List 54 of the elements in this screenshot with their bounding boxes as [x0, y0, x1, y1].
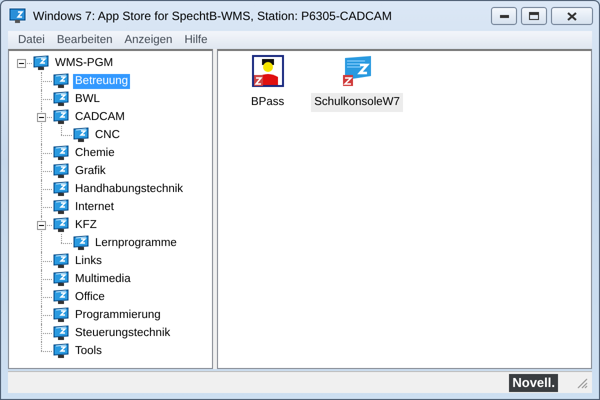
monitor-icon: [33, 55, 50, 71]
tree-item[interactable]: Handhabungstechnik: [73, 182, 186, 196]
app-label[interactable]: SchulkonsoleW7: [311, 93, 403, 112]
maximize-button[interactable]: [521, 7, 547, 25]
tree-item[interactable]: CADCAM: [73, 110, 127, 124]
app-label[interactable]: BPass: [248, 93, 288, 112]
tree-item[interactable]: Steuerungstechnik: [73, 326, 172, 340]
tree-item[interactable]: WMS-PGM: [53, 56, 116, 70]
tree-item[interactable]: Chemie: [73, 146, 117, 160]
monitor-icon: [53, 289, 70, 305]
collapse-icon[interactable]: [37, 113, 46, 122]
tree-item[interactable]: BWL: [73, 92, 102, 106]
menu-item[interactable]: Datei: [12, 32, 51, 48]
novell-logo: Novell.: [509, 374, 558, 392]
menu-item[interactable]: Hilfe: [178, 32, 214, 48]
tree-item[interactable]: Programmierung: [73, 308, 163, 322]
menu-item[interactable]: Bearbeiten: [50, 32, 118, 48]
person-icon: [252, 55, 284, 87]
app-icon: [9, 8, 27, 24]
monitor-icon: [53, 145, 70, 161]
monitor-icon: [53, 253, 70, 269]
monitor-icon: [53, 91, 70, 107]
tree-item[interactable]: Internet: [73, 200, 116, 214]
monitor-icon: [53, 109, 70, 125]
monitor-icon: [53, 73, 70, 89]
monitor-icon: [73, 127, 90, 143]
tree-item[interactable]: Grafik: [73, 164, 108, 178]
monitor-icon: [53, 163, 70, 179]
monitor-icon: [53, 307, 70, 323]
resize-grip-icon: [576, 376, 588, 388]
monitor-icon: [53, 199, 70, 215]
minimize-icon: [500, 14, 508, 18]
collapse-icon[interactable]: [37, 221, 46, 230]
monitor-icon: [53, 325, 70, 341]
monitor-icon: [53, 181, 70, 197]
tree-item[interactable]: Links: [73, 254, 104, 268]
monitor-icon: [73, 235, 90, 251]
tree-item[interactable]: KFZ: [73, 218, 99, 232]
window-title: Windows 7: App Store for SpechtB-WMS, Station: P6305-CADCAM: [33, 8, 392, 25]
close-icon: [567, 12, 577, 20]
console-icon: [341, 55, 374, 87]
tree-item[interactable]: Office: [73, 290, 107, 304]
monitor-icon: [53, 271, 70, 287]
tree-item[interactable]: CNC: [93, 128, 122, 142]
tree-item[interactable]: Lernprogramme: [93, 236, 179, 250]
minimize-button[interactable]: [491, 7, 517, 25]
monitor-icon: [53, 217, 70, 233]
tree-item[interactable]: Multimedia: [73, 272, 133, 286]
close-button[interactable]: [551, 7, 593, 25]
menu-item[interactable]: Anzeigen: [118, 32, 178, 48]
tree-item[interactable]: Tools: [73, 344, 104, 358]
monitor-icon: [53, 343, 70, 359]
maximize-icon: [529, 12, 539, 20]
collapse-icon[interactable]: [17, 59, 26, 68]
